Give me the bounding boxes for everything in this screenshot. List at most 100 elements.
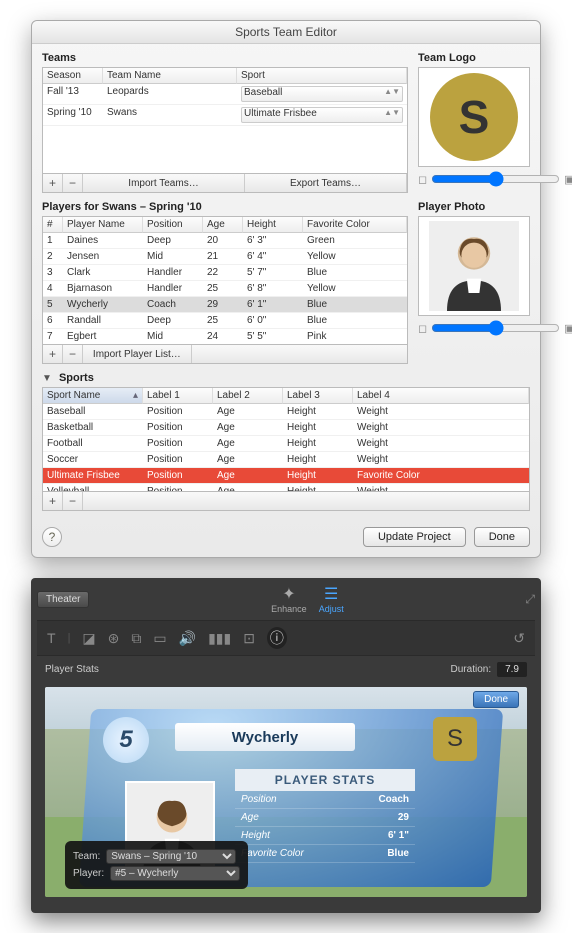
table-row[interactable]: 3ClarkHandler225' 7"Blue <box>43 265 407 281</box>
sport-select[interactable]: Ultimate Frisbee▲▼ <box>241 107 403 123</box>
adjust-toolbar: T | ◪ ⊛ ⧉ ▭ 🔊 ▮▮▮ ⊡ ⓘ ↺ <box>37 620 535 656</box>
preview-done-button[interactable]: Done <box>473 691 519 708</box>
team-picker-label: Team: <box>73 851 100 862</box>
imovie-inspector-window: Theater ✦Enhance ☰Adjust ⤢ T | ◪ ⊛ ⧉ ▭ 🔊… <box>31 578 541 913</box>
col-position[interactable]: Position <box>143 217 203 233</box>
col-age[interactable]: Age <box>203 217 243 233</box>
panel-title: Player Stats <box>45 664 99 675</box>
duration-field[interactable]: 7.9 <box>497 662 527 677</box>
zoom-out-icon: ◻ <box>418 322 427 335</box>
player-name-plate: Wycherly <box>175 723 355 751</box>
sports-header-row: Sport Name ▴ Label 1 Label 2 Label 3 Lab… <box>42 387 530 404</box>
export-teams-button[interactable]: Export Teams… <box>245 174 407 192</box>
table-row[interactable]: VolleyballPositionAgeHeightWeight <box>43 484 529 492</box>
color-board-icon[interactable]: ◪ <box>82 630 95 647</box>
teams-header-row: Season Team Name Sport <box>42 67 408 84</box>
col-label2[interactable]: Label 2 <box>213 388 283 404</box>
sports-team-editor-window: Sports Team Editor Teams Season Team Nam… <box>31 20 541 558</box>
team-logo-well[interactable]: S <box>418 67 530 167</box>
player-picker[interactable]: #5 – Wycherly <box>110 866 240 881</box>
window-title: Sports Team Editor <box>32 21 540 44</box>
col-label4[interactable]: Label 4 <box>353 388 529 404</box>
player-photo-label: Player Photo <box>418 201 530 213</box>
col-sport-name[interactable]: Sport Name ▴ <box>43 388 143 404</box>
stats-header: PLAYER STATS <box>235 769 415 791</box>
text-icon[interactable]: T <box>47 630 56 646</box>
table-row[interactable]: Fall '13LeopardsBaseball▲▼ <box>43 84 407 105</box>
col-favorite[interactable]: Favorite Color <box>303 217 407 233</box>
sports-label: Sports <box>59 372 94 384</box>
player-photo-icon <box>429 221 519 311</box>
wand-icon: ✦ <box>282 584 295 604</box>
table-row[interactable]: 1DainesDeep206' 3"Green <box>43 233 407 249</box>
col-team-name[interactable]: Team Name <box>103 68 237 84</box>
info-icon[interactable]: ⓘ <box>267 627 287 649</box>
remove-sport-button[interactable]: − <box>63 492 83 510</box>
player-picker-label: Player: <box>73 868 104 879</box>
stabilize-icon[interactable]: ▭ <box>153 630 166 647</box>
col-season[interactable]: Season <box>43 68 103 84</box>
add-sport-button[interactable]: + <box>43 492 63 510</box>
col-height[interactable]: Height <box>243 217 303 233</box>
table-row[interactable]: 5WycherlyCoach296' 1"Blue <box>43 297 407 313</box>
expand-icon[interactable]: ⤢ <box>525 592 535 607</box>
adjust-tab[interactable]: ☰Adjust <box>319 584 344 614</box>
table-row[interactable]: BasketballPositionAgeHeightWeight <box>43 420 529 436</box>
table-row[interactable]: 4BjarnasonHandler256' 8"Yellow <box>43 281 407 297</box>
sport-select[interactable]: Baseball▲▼ <box>241 86 403 102</box>
team-picker[interactable]: Swans – Spring '10 <box>106 849 236 864</box>
team-logo-icon: S <box>430 73 518 161</box>
add-player-button[interactable]: + <box>43 345 63 363</box>
teams-table[interactable]: Fall '13LeopardsBaseball▲▼Spring '10Swan… <box>42 84 408 174</box>
equalizer-icon[interactable]: ▮▮▮ <box>208 630 231 647</box>
person-icon: ▣ <box>564 322 572 335</box>
col-label3[interactable]: Label 3 <box>283 388 353 404</box>
done-button[interactable]: Done <box>474 527 530 547</box>
add-team-button[interactable]: + <box>43 174 63 192</box>
player-number: 5 <box>103 717 149 763</box>
help-button[interactable]: ? <box>42 527 62 547</box>
theater-button[interactable]: Theater <box>37 591 89 608</box>
col-sport[interactable]: Sport <box>237 68 407 84</box>
duration-label: Duration: <box>451 664 492 675</box>
import-players-button[interactable]: Import Player List… <box>83 345 192 363</box>
col-player-name[interactable]: Player Name <box>63 217 143 233</box>
crop-icon[interactable]: ⧉ <box>131 630 141 647</box>
remove-team-button[interactable]: − <box>63 174 83 192</box>
enhance-tab[interactable]: ✦Enhance <box>271 584 307 614</box>
person-icon: ▣ <box>564 173 572 186</box>
table-row[interactable]: SoccerPositionAgeHeightWeight <box>43 452 529 468</box>
players-label: Players for Swans – Spring '10 <box>42 201 408 213</box>
stats-table: PositionCoachAge29Height6' 1"Favorite Co… <box>235 791 415 863</box>
sliders-icon: ☰ <box>324 584 338 604</box>
player-photo-well[interactable] <box>418 216 530 316</box>
table-row[interactable]: Ultimate FrisbeePositionAgeHeightFavorit… <box>43 468 529 484</box>
table-row[interactable]: Spring '10SwansUltimate Frisbee▲▼ <box>43 105 407 126</box>
col-label1[interactable]: Label 1 <box>143 388 213 404</box>
sports-disclosure-icon[interactable]: ▼ <box>42 373 52 384</box>
photo-zoom-slider[interactable] <box>431 320 560 336</box>
player-picker-popup: Team: Swans – Spring '10 Player: #5 – Wy… <box>65 841 248 889</box>
revert-icon[interactable]: ↺ <box>513 630 525 647</box>
speed-icon[interactable]: ⊡ <box>243 630 255 647</box>
players-table[interactable]: 1DainesDeep206' 3"Green2JensenMid216' 4"… <box>42 233 408 345</box>
table-row[interactable]: 2JensenMid216' 4"Yellow <box>43 249 407 265</box>
zoom-out-icon: ◻ <box>418 173 427 186</box>
sort-asc-icon: ▴ <box>133 390 138 401</box>
table-row[interactable]: BaseballPositionAgeHeightWeight <box>43 404 529 420</box>
logo-zoom-slider[interactable] <box>431 171 560 187</box>
col-num[interactable]: # <box>43 217 63 233</box>
volume-icon[interactable]: 🔊 <box>179 630 196 647</box>
import-teams-button[interactable]: Import Teams… <box>83 174 245 192</box>
update-project-button[interactable]: Update Project <box>363 527 466 547</box>
team-logo-small-icon: S <box>433 717 477 761</box>
team-logo-label: Team Logo <box>418 52 530 64</box>
sports-table[interactable]: BaseballPositionAgeHeightWeightBasketbal… <box>42 404 530 492</box>
color-wheel-icon[interactable]: ⊛ <box>108 630 120 647</box>
remove-player-button[interactable]: − <box>63 345 83 363</box>
teams-label: Teams <box>42 52 408 64</box>
table-row[interactable]: 6RandallDeep256' 0"Blue <box>43 313 407 329</box>
table-row[interactable]: FootballPositionAgeHeightWeight <box>43 436 529 452</box>
table-row[interactable]: 7EgbertMid245' 5"Pink <box>43 329 407 345</box>
preview-viewer: Done 5 Wycherly S PLAYER STATS PositionC… <box>45 687 527 897</box>
